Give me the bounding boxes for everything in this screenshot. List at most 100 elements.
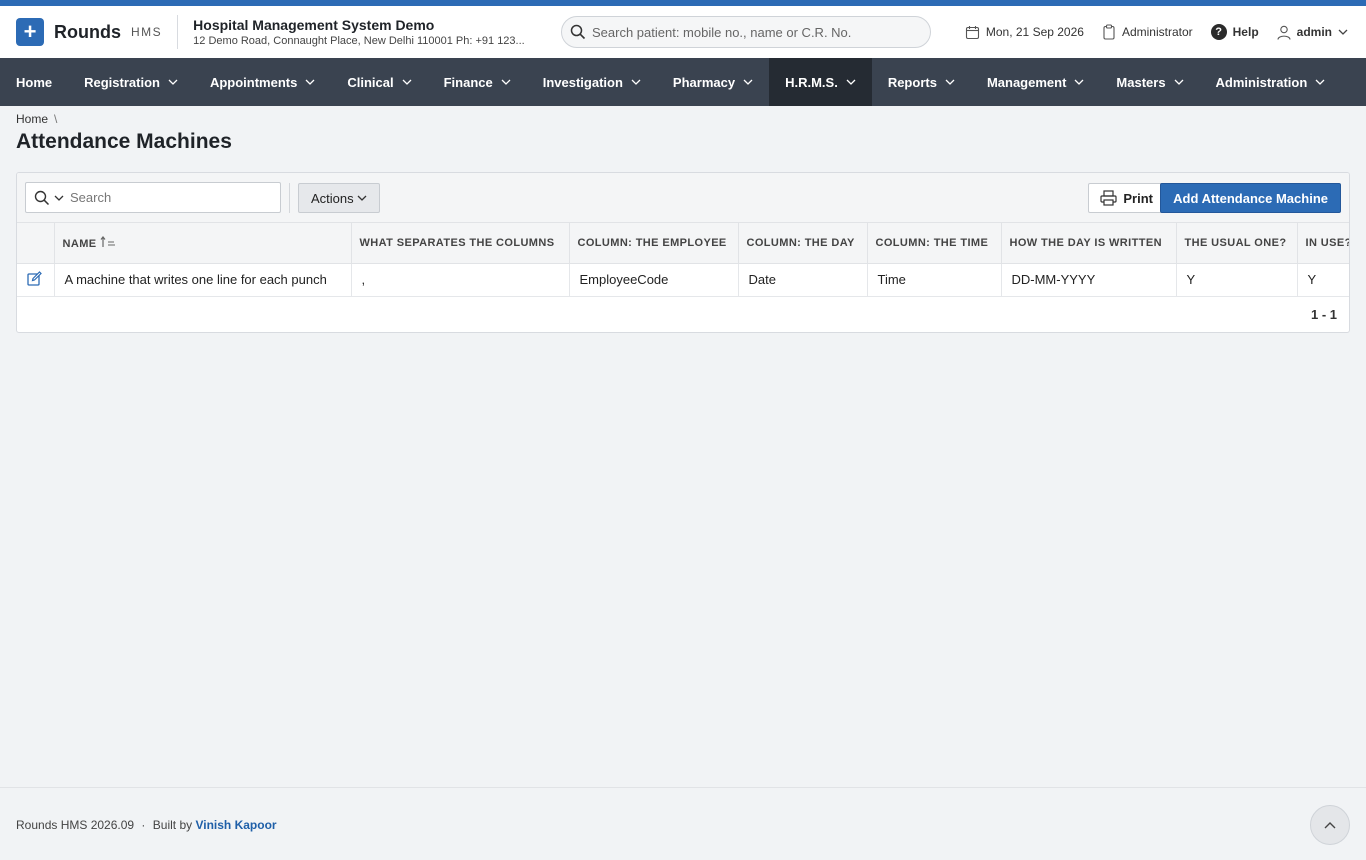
table-row: A machine that writes one line for each … [17,263,1349,297]
chevron-up-icon [1324,821,1336,828]
plus-icon[interactable]: + [16,18,44,46]
column-header-label: NAME [62,237,97,250]
help-label: Help [1232,25,1259,39]
nav-label: Management [986,74,1067,90]
help-link[interactable]: ? Help [1210,24,1259,40]
search-icon[interactable] [34,190,50,206]
grid-search-input[interactable] [70,190,260,205]
cell-time-column: Time [867,263,1002,297]
main-nav: Home Registration Appointments Clinical … [0,58,1366,106]
cell-separator: , [351,263,570,297]
footer-text: Rounds HMS 2026.09 · Built by Vinish Kap… [16,818,277,832]
nav-item-clinical[interactable]: Clinical [331,58,427,106]
chevron-down-icon [305,79,315,85]
nav-label: Finance [443,74,493,90]
print-button[interactable]: Print [1088,183,1165,213]
help-icon: ? [1210,24,1227,40]
nav-item-administration[interactable]: Administration [1200,58,1342,106]
nav-label: Administration [1215,74,1308,90]
printer-icon [1100,190,1117,206]
footer-author-link[interactable]: Vinish Kapoor [195,818,276,832]
patient-search-input[interactable] [592,24,912,40]
nav-label: Registration [84,74,160,90]
nav-label: Reports [887,74,937,90]
chevron-down-icon [1315,79,1325,85]
user-menu[interactable]: admin [1277,25,1348,40]
cell-name: A machine that writes one line for each … [54,263,352,297]
breadcrumb: Home \ [16,112,57,126]
org-info: Hospital Management System Demo 12 Demo … [193,17,553,47]
nav-item-registration[interactable]: Registration [68,58,194,106]
nav-item-home[interactable]: Home [0,58,68,106]
breadcrumb-home[interactable]: Home [16,112,48,126]
brand-name[interactable]: Rounds [54,22,121,43]
brand-sub: HMS [131,25,163,39]
toolbar-divider [289,183,290,213]
column-header-employee[interactable]: COLUMN: THE EMPLOYEE [569,223,739,264]
edit-cell[interactable] [17,263,55,297]
nav-item-hrms[interactable]: H.R.M.S. [769,58,872,106]
org-address: 12 Demo Road, Connaught Place, New Delhi… [193,35,525,47]
column-header-time[interactable]: COLUMN: THE TIME [867,223,1002,264]
column-header-in-use[interactable]: IN USE? [1297,223,1349,264]
search-icon [570,24,586,40]
nav-label: Home [16,74,53,90]
sort-ascending-icon[interactable] [100,235,116,248]
data-table: NAME WHAT SEPARATES THE COLUMNS COLUMN: … [17,223,1349,297]
chevron-down-icon [945,79,955,85]
user-name: admin [1296,25,1332,39]
scroll-to-top-button[interactable] [1310,805,1350,845]
column-header-separator[interactable]: WHAT SEPARATES THE COLUMNS [351,223,570,264]
nav-item-investigation[interactable]: Investigation [527,58,657,106]
patient-search[interactable] [561,16,931,48]
footer-dot: · [141,818,146,832]
nav-item-pharmacy[interactable]: Pharmacy [657,58,769,106]
nav-label: H.R.M.S. [785,74,838,90]
column-header-name[interactable]: NAME [54,223,352,264]
cell-date-format: DD-MM-YYYY [1001,263,1177,297]
column-header-default[interactable]: THE USUAL ONE? [1176,223,1298,264]
edit-icon[interactable] [27,270,42,286]
nav-label: Appointments [209,74,298,90]
chevron-down-icon [501,79,511,85]
column-header-date-format[interactable]: HOW THE DAY IS WRITTEN [1001,223,1177,264]
role-label: Administrator [1121,25,1193,39]
chevron-down-icon [1338,29,1348,35]
nav-item-finance[interactable]: Finance [428,58,527,106]
print-label: Print [1123,190,1153,206]
calendar-icon [965,25,979,39]
pagination-range: 1 - 1 [1310,307,1337,322]
breadcrumb-separator: \ [54,112,58,126]
grid-search[interactable] [25,182,281,213]
nav-item-management[interactable]: Management [971,58,1100,106]
chevron-down-icon [631,79,641,85]
nav-item-reports[interactable]: Reports [872,58,971,106]
cell-in-use: Y [1297,263,1349,297]
chevron-down-icon[interactable] [54,195,64,201]
footer-built-by: Built by [152,818,193,832]
nav-label: Investigation [542,74,623,90]
table-header-row: NAME WHAT SEPARATES THE COLUMNS COLUMN: … [17,223,1349,264]
current-date: Mon, 21 Sep 2026 [985,25,1084,39]
column-header-edit [17,223,55,264]
nav-item-appointments[interactable]: Appointments [194,58,331,106]
nav-item-masters[interactable]: Masters [1100,58,1199,106]
page-title: Attendance Machines [16,130,232,153]
add-attendance-machine-button[interactable]: Add Attendance Machine [1160,183,1341,213]
actions-label: Actions [311,190,354,206]
user-icon [1277,25,1291,40]
clipboard-icon [1103,24,1115,40]
chevron-down-icon [357,195,367,201]
role-display[interactable]: Administrator [1102,24,1193,40]
nav-label: Clinical [347,74,394,90]
nav-label: Masters [1116,74,1166,90]
divider [177,15,179,49]
top-right-menu: Mon, 21 Sep 2026 Administrator ? Help ad… [965,6,1348,58]
chevron-down-icon [402,79,412,85]
chevron-down-icon [1074,79,1084,85]
grid-toolbar: Actions Print Add Attendance Machine [17,173,1349,223]
org-name: Hospital Management System Demo [193,17,435,33]
actions-button[interactable]: Actions [298,183,380,213]
column-header-day[interactable]: COLUMN: THE DAY [738,223,868,264]
cell-employee-column: EmployeeCode [569,263,739,297]
